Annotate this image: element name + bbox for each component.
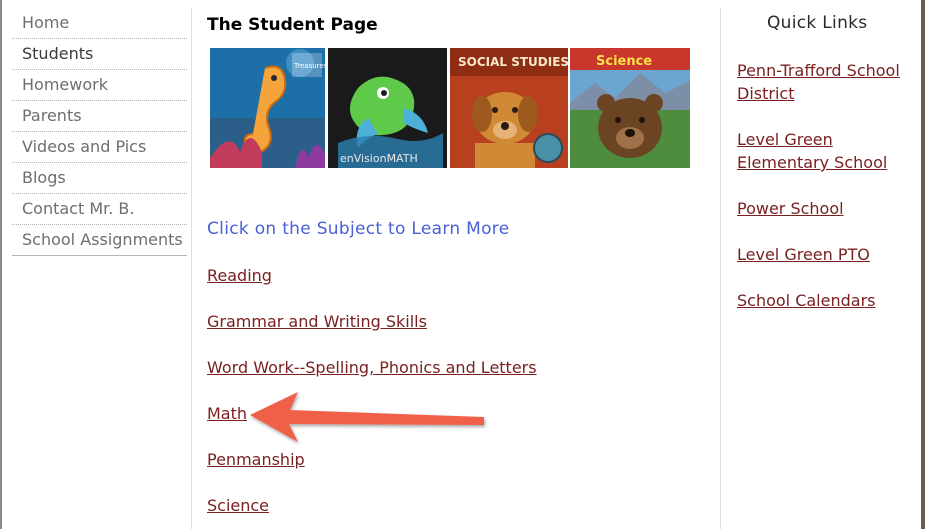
page-title: The Student Page — [207, 15, 378, 35]
quick-link-school-calendars[interactable]: School Calendars — [737, 289, 907, 312]
nav-item-school-assignments[interactable]: School Assignments — [12, 225, 187, 256]
quick-link-level-green-pto[interactable]: Level Green PTO — [737, 243, 907, 266]
nav-item-videos-and-pics[interactable]: Videos and Pics — [12, 132, 187, 163]
subjects-subheading: Click on the Subject to Learn More — [207, 219, 510, 239]
window-right-border — [921, 0, 925, 529]
quick-link-penn-trafford[interactable]: Penn-Trafford School District — [737, 59, 907, 105]
subject-link-science[interactable]: Science — [207, 496, 269, 515]
quick-link-power-school[interactable]: Power School — [737, 197, 907, 220]
cover-title-text: SOCIAL STUDIES — [458, 55, 568, 69]
subject-link-math[interactable]: Math — [207, 404, 247, 423]
sidebar-nav: Home Students Homework Parents Videos an… — [12, 8, 187, 256]
quick-links-heading: Quick Links — [767, 13, 868, 33]
quick-link-level-green-elementary[interactable]: Level Green Elementary School — [737, 128, 907, 174]
cover-title-text: enVisionMATH — [340, 152, 418, 165]
reading-treasures-cover: Treasures — [210, 48, 325, 168]
right-column-divider — [720, 8, 721, 529]
nav-item-homework[interactable]: Homework — [12, 70, 187, 101]
nav-item-students[interactable]: Students — [12, 39, 187, 70]
cover-title-text: Treasures — [293, 62, 325, 70]
nav-item-contact[interactable]: Contact Mr. B. — [12, 194, 187, 225]
subject-link-penmanship[interactable]: Penmanship — [207, 450, 305, 469]
social-studies-cover: SOCIAL STUDIES — [450, 48, 568, 168]
nav-item-parents[interactable]: Parents — [12, 101, 187, 132]
cover-title-text: Science — [596, 54, 652, 69]
left-column-divider — [191, 8, 192, 529]
subject-link-word-work[interactable]: Word Work--Spelling, Phonics and Letters — [207, 358, 537, 377]
window-left-border — [0, 0, 2, 529]
nav-item-home[interactable]: Home — [12, 8, 187, 39]
subject-link-reading[interactable]: Reading — [207, 266, 272, 285]
science-cover: Science — [570, 48, 690, 168]
nav-item-blogs[interactable]: Blogs — [12, 163, 187, 194]
envision-math-cover: enVisionMATH — [328, 48, 447, 168]
subject-link-grammar-writing[interactable]: Grammar and Writing Skills — [207, 312, 427, 331]
annotation-arrow-icon — [246, 388, 491, 452]
